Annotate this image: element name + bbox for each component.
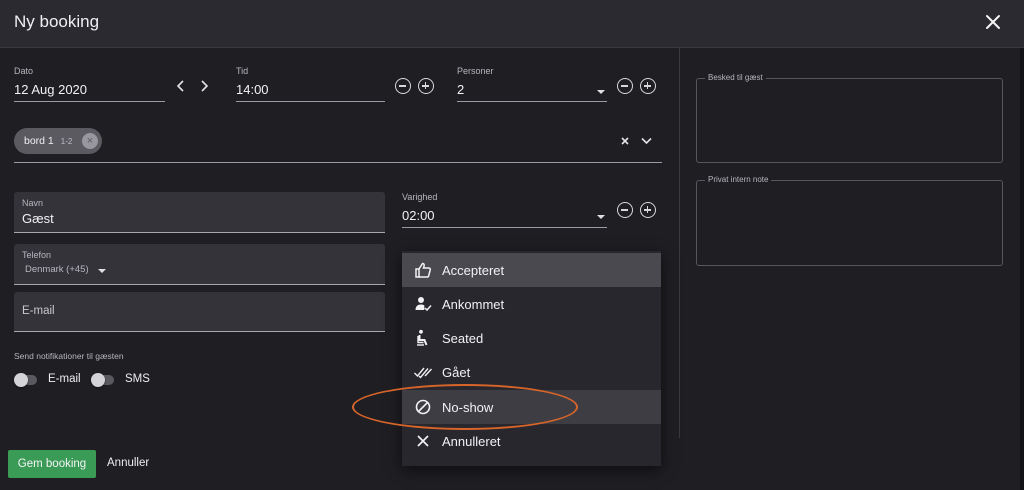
time-value: 14:00 xyxy=(236,82,269,97)
table-chip[interactable]: bord 1 1-2 × xyxy=(14,128,102,154)
chevron-down-icon[interactable] xyxy=(641,137,652,145)
notifications-label: Send notifikationer til gæsten xyxy=(14,351,124,361)
time-decrease-button[interactable] xyxy=(395,78,411,94)
email-toggle[interactable] xyxy=(14,373,37,387)
duration-value: 02:00 xyxy=(402,208,435,223)
private-note-field[interactable]: Privat intern note xyxy=(696,175,1003,266)
no-entry-icon xyxy=(414,398,432,416)
date-value: 12 Aug 2020 xyxy=(14,82,88,97)
time-field[interactable]: Tid 14:00 xyxy=(236,66,385,102)
guest-message-field[interactable]: Besked til gæst xyxy=(696,73,1003,163)
country-select[interactable]: Denmark (+45) xyxy=(22,264,377,275)
dialog-title: Ny booking xyxy=(14,12,100,31)
status-item-ankommet[interactable]: Ankommet xyxy=(402,287,661,321)
status-item-label: No-show xyxy=(442,399,494,415)
caret-down-icon xyxy=(97,268,106,273)
name-value: Gæst xyxy=(22,211,54,226)
status-item-label: Seated xyxy=(442,330,484,346)
time-increase-button[interactable] xyxy=(418,78,434,94)
persons-value: 2 xyxy=(457,82,465,97)
name-field[interactable]: Navn Gæst xyxy=(14,192,385,233)
guest-message-label: Besked til gæst xyxy=(705,73,766,82)
email-toggle-label: E-mail xyxy=(48,373,81,385)
sms-toggle[interactable] xyxy=(91,373,114,387)
status-item-label: Accepteret xyxy=(442,262,505,278)
persons-decrease-button[interactable] xyxy=(617,78,633,94)
status-item-label: Ankommet xyxy=(442,296,505,312)
close-icon[interactable] xyxy=(984,13,1002,31)
status-item-annulleret[interactable]: Annulleret xyxy=(402,424,661,458)
sms-toggle-label: SMS xyxy=(125,373,150,385)
country-value: Denmark (+45) xyxy=(25,264,89,275)
person-check-icon xyxy=(414,295,432,313)
chip-remove-icon[interactable]: × xyxy=(82,133,98,149)
thumbs-up-icon xyxy=(414,261,432,279)
caret-down-icon xyxy=(597,90,605,94)
date-label: Dato xyxy=(14,66,34,76)
phone-field[interactable]: Telefon Denmark (+45) xyxy=(14,244,385,285)
phone-label: Telefon xyxy=(22,250,52,260)
seated-person-icon xyxy=(414,329,432,347)
duration-increase-button[interactable] xyxy=(640,202,656,218)
window-edge xyxy=(1020,48,1024,490)
double-check-icon xyxy=(414,363,432,381)
persons-increase-button[interactable] xyxy=(640,78,656,94)
column-divider xyxy=(679,48,680,438)
duration-label: Varighed xyxy=(402,192,438,202)
caret-down-icon xyxy=(597,215,605,219)
duration-select[interactable]: Varighed 02:00 xyxy=(402,192,607,228)
close-icon xyxy=(414,432,432,450)
duration-decrease-button[interactable] xyxy=(617,202,633,218)
email-field[interactable]: E-mail xyxy=(14,292,385,332)
status-item-gaet[interactable]: Gået xyxy=(402,355,661,389)
status-item-seated[interactable]: Seated xyxy=(402,321,661,355)
persons-label: Personer xyxy=(457,66,494,76)
cancel-button[interactable]: Annuller xyxy=(107,457,149,469)
status-item-label: Annulleret xyxy=(442,433,501,449)
chip-capacity: 1-2 xyxy=(60,136,73,146)
date-field[interactable]: Dato 12 Aug 2020 xyxy=(14,66,165,102)
table-select[interactable] xyxy=(14,120,662,163)
persons-select[interactable]: Personer 2 xyxy=(457,66,607,102)
chevron-right-icon[interactable] xyxy=(199,80,209,92)
chip-label: bord 1 xyxy=(24,135,54,147)
private-note-label: Privat intern note xyxy=(705,175,772,184)
status-item-no-show[interactable]: No-show xyxy=(402,390,661,424)
toggle-knob xyxy=(91,373,105,387)
status-dropdown: Accepteret Ankommet Seated Gået No-show … xyxy=(402,251,661,466)
clear-icon[interactable] xyxy=(620,136,630,146)
save-booking-button[interactable]: Gem booking xyxy=(8,450,96,478)
dialog-header: Ny booking xyxy=(0,0,1024,48)
status-item-accepteret[interactable]: Accepteret xyxy=(402,253,661,287)
time-label: Tid xyxy=(236,66,249,76)
status-item-label: Gået xyxy=(442,364,471,380)
chevron-left-icon[interactable] xyxy=(176,80,186,92)
email-placeholder: E-mail xyxy=(22,305,55,317)
name-label: Navn xyxy=(22,198,44,208)
toggle-knob xyxy=(14,373,28,387)
